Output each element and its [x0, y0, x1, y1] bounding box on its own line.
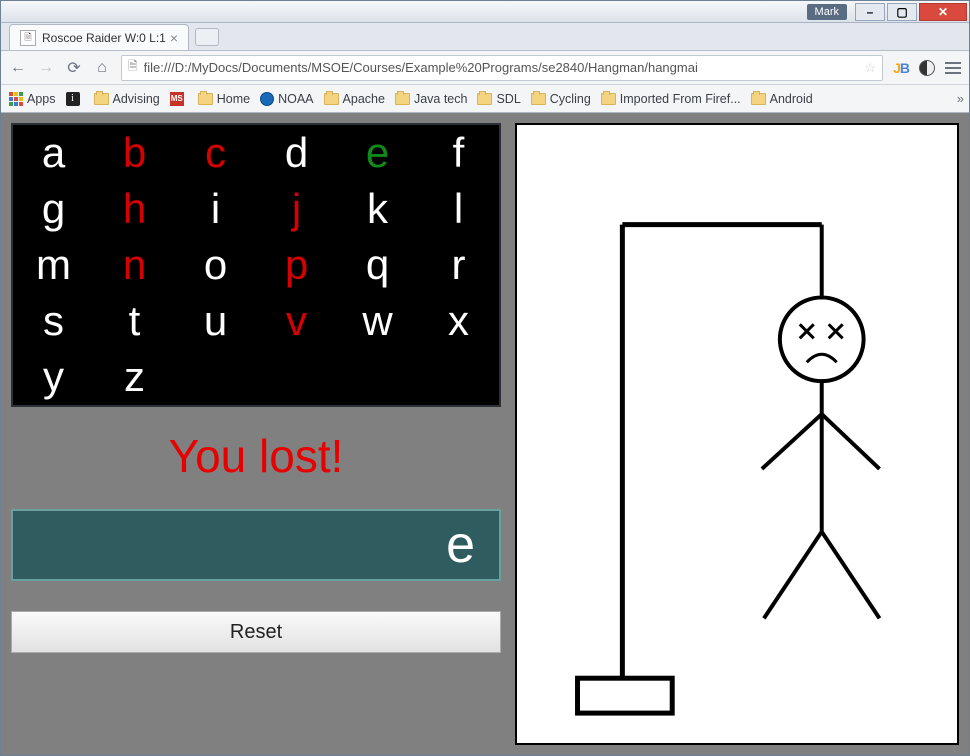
- bookmarks-overflow-icon[interactable]: »: [957, 91, 961, 106]
- bookmark-noaa[interactable]: NOAA: [260, 92, 313, 106]
- letter-c[interactable]: c: [205, 132, 226, 174]
- page-favicon: 🗎: [20, 30, 36, 46]
- letter-r[interactable]: r: [452, 244, 466, 286]
- bookmark-apps[interactable]: Apps: [9, 92, 56, 106]
- letter-i[interactable]: i: [211, 188, 220, 230]
- letter-q[interactable]: q: [366, 244, 389, 286]
- address-bar[interactable]: 🗎 file:///D:/MyDocs/Documents/MSOE/Cours…: [121, 55, 883, 81]
- letter-h[interactable]: h: [123, 188, 146, 230]
- browser-tab[interactable]: 🗎 Roscoe Raider W:0 L:1 ×: [9, 24, 189, 50]
- folder-icon: [601, 93, 616, 105]
- bookmark-javatech[interactable]: Java tech: [395, 92, 468, 106]
- window-maximize-button[interactable]: ▢: [887, 3, 917, 21]
- bookmark-home[interactable]: Home: [198, 92, 250, 106]
- url-text: file:///D:/MyDocs/Documents/MSOE/Courses…: [144, 60, 859, 75]
- forward-icon: →: [37, 59, 55, 77]
- window-close-button[interactable]: ✕: [919, 3, 967, 21]
- letter-u[interactable]: u: [204, 300, 227, 342]
- letter-grid: a b c d e f g h i j k l m n o p q r s t u v w x y z: [11, 123, 501, 407]
- letter-g[interactable]: g: [42, 188, 65, 230]
- window-minimize-button[interactable]: –: [855, 3, 885, 21]
- bookmark-sdl[interactable]: SDL: [477, 92, 520, 106]
- folder-icon: [198, 93, 213, 105]
- status-message: You lost!: [11, 429, 501, 483]
- bookmark-i[interactable]: i: [66, 92, 84, 106]
- bookmark-cycling[interactable]: Cycling: [531, 92, 591, 106]
- hangman-drawing: [517, 125, 957, 743]
- letter-b[interactable]: b: [123, 132, 146, 174]
- letter-t[interactable]: t: [129, 300, 141, 342]
- browser-window: Mark – ▢ ✕ 🗎 Roscoe Raider W:0 L:1 × ← →…: [0, 0, 970, 756]
- letter-o[interactable]: o: [204, 244, 227, 286]
- letter-m[interactable]: m: [36, 244, 71, 286]
- bookmark-advising[interactable]: Advising: [94, 92, 160, 106]
- i-icon: i: [66, 92, 80, 106]
- folder-icon: [324, 93, 339, 105]
- window-titlebar: Mark – ▢ ✕: [1, 1, 969, 23]
- tab-close-icon[interactable]: ×: [170, 30, 178, 46]
- home-icon[interactable]: ⌂: [93, 59, 111, 77]
- reload-icon[interactable]: ⟳: [65, 59, 83, 77]
- apps-grid-icon: [9, 92, 23, 106]
- back-icon[interactable]: ←: [9, 59, 27, 77]
- folder-icon: [751, 93, 766, 105]
- letter-w[interactable]: w: [362, 300, 392, 342]
- bookmarks-bar: Apps i Advising MS Home NOAA Apache Jav: [1, 85, 969, 113]
- bookmark-ms[interactable]: MS: [170, 92, 188, 106]
- letter-k[interactable]: k: [367, 188, 388, 230]
- letter-x[interactable]: x: [448, 300, 469, 342]
- bookmark-star-icon[interactable]: ☆: [864, 60, 876, 76]
- bookmark-android[interactable]: Android: [751, 92, 813, 106]
- noaa-icon: [260, 92, 274, 106]
- letter-n[interactable]: n: [123, 244, 146, 286]
- letter-a[interactable]: a: [42, 132, 65, 174]
- bookmark-imported[interactable]: Imported From Firef...: [601, 92, 741, 106]
- page-content: a b c d e f g h i j k l m n o p q r s t u v w x y z You lost! e R…: [1, 113, 969, 755]
- folder-icon: [395, 93, 410, 105]
- user-badge: Mark: [807, 4, 847, 20]
- hangman-canvas: [515, 123, 959, 745]
- letter-z[interactable]: z: [124, 356, 145, 398]
- letter-e[interactable]: e: [366, 132, 389, 174]
- tab-title: Roscoe Raider W:0 L:1: [42, 31, 166, 45]
- letter-y[interactable]: y: [43, 356, 64, 398]
- letter-j[interactable]: j: [292, 188, 301, 230]
- revealed-word-box: e: [11, 509, 501, 581]
- revealed-word: e: [446, 515, 475, 575]
- new-tab-button[interactable]: [195, 28, 219, 46]
- menu-icon[interactable]: [945, 62, 961, 74]
- bookmark-apache[interactable]: Apache: [324, 92, 385, 106]
- letter-v[interactable]: v: [286, 300, 307, 342]
- letter-d[interactable]: d: [285, 132, 308, 174]
- letter-l[interactable]: l: [454, 188, 463, 230]
- extension-jb-icon[interactable]: JB: [893, 60, 909, 76]
- letter-s[interactable]: s: [43, 300, 64, 342]
- tab-strip: 🗎 Roscoe Raider W:0 L:1 ×: [1, 23, 969, 51]
- game-left-column: a b c d e f g h i j k l m n o p q r s t u v w x y z You lost! e R…: [11, 123, 501, 745]
- document-icon: 🗎: [128, 57, 138, 78]
- ms-icon: MS: [170, 92, 184, 106]
- folder-icon: [531, 93, 546, 105]
- folder-icon: [477, 93, 492, 105]
- folder-icon: [94, 93, 109, 105]
- reset-button[interactable]: Reset: [11, 611, 501, 653]
- toolbar: ← → ⟳ ⌂ 🗎 file:///D:/MyDocs/Documents/MS…: [1, 51, 969, 85]
- letter-f[interactable]: f: [453, 132, 465, 174]
- letter-p[interactable]: p: [285, 244, 308, 286]
- extension-contrast-icon[interactable]: [919, 60, 935, 76]
